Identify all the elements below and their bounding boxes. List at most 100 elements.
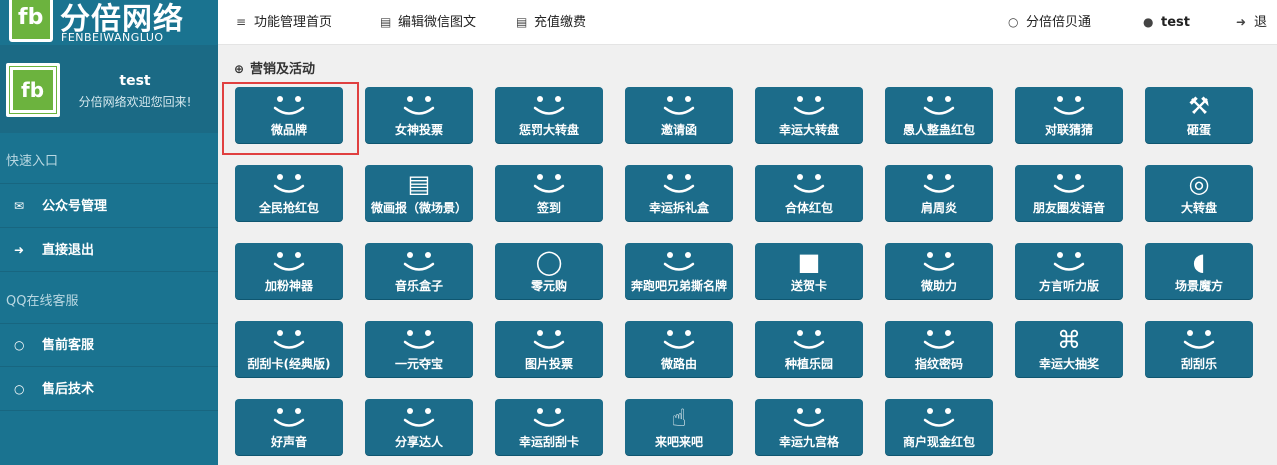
tile-8[interactable]: ⚒ 砸蛋: [1145, 87, 1253, 143]
tile-31[interactable]: ⌘ 幸运大抽奖: [1015, 321, 1123, 377]
tile-label: 来吧来吧: [654, 435, 703, 449]
top-bar: ≡ 功能管理首页 ▤ 编辑微信图文 ▤ 充值缴费 ○ 分倍倍贝通 ● test ➜ 退: [218, 0, 1277, 45]
tile-label: 对联猜猜: [1044, 123, 1093, 137]
tile-label: 朋友圈发语音: [1032, 201, 1105, 215]
main-content: ⊕ 营销及活动 微品牌 女神投票 惩罚大转盘 邀请函 幸运大转盘 愚人整蛊红包 对联猜猜 ⚒ 砸蛋…: [218, 46, 1277, 465]
tile-4[interactable]: 邀请函: [625, 87, 733, 143]
nav-home[interactable]: ≡ 功能管理首页: [236, 0, 332, 45]
tile-label: 图片投票: [524, 357, 573, 371]
tile-28[interactable]: 微路由: [625, 321, 733, 377]
chat-icon: ○: [14, 382, 25, 396]
tile-25[interactable]: 刮刮卡(经典版): [235, 321, 343, 377]
logo[interactable]: fb 分倍网络 FENBEIWANGLUO: [0, 0, 218, 45]
card-icon: ■: [797, 248, 821, 276]
nav-recharge[interactable]: ▤ 充值缴费: [516, 0, 586, 45]
tile-7[interactable]: 对联猜猜: [1015, 87, 1123, 143]
tile-10[interactable]: ▤ 微画报（微场景）: [365, 165, 473, 221]
sign-out-icon: ➜: [14, 243, 25, 257]
tile-27[interactable]: 图片投票: [495, 321, 603, 377]
tile-16[interactable]: ◎ 大转盘: [1145, 165, 1253, 221]
nav-edit-wechat[interactable]: ▤ 编辑微信图文: [380, 0, 476, 45]
circle-arrow-icon: ⊕: [234, 62, 245, 76]
tile-15[interactable]: 朋友圈发语音: [1015, 165, 1123, 221]
tile-label: 幸运刮刮卡: [518, 435, 579, 449]
sign-out-icon: ➜: [1236, 15, 1247, 29]
leaf-icon: ◖: [1192, 248, 1206, 276]
tile-19[interactable]: ◯ 零元购: [495, 243, 603, 299]
sidebar-item-support[interactable]: ○ 售后技术: [0, 367, 218, 411]
tile-label: 微助力: [920, 279, 957, 293]
tile-label: 音乐盒子: [394, 279, 443, 293]
thumbs-up-icon: ☝: [671, 404, 687, 432]
tile-35[interactable]: 幸运刮刮卡: [495, 399, 603, 455]
section-title: ⊕ 营销及活动: [234, 62, 316, 77]
tile-label: 全民抢红包: [258, 201, 319, 215]
list-indent-icon: ≡: [236, 15, 247, 29]
tile-13[interactable]: 合体红包: [755, 165, 863, 221]
life-ring-icon: ◎: [1188, 170, 1210, 198]
sidebar-item-account[interactable]: ✉ 公众号管理: [0, 184, 218, 228]
tile-3[interactable]: 惩罚大转盘: [495, 87, 603, 143]
tile-36[interactable]: ☝ 来吧来吧: [625, 399, 733, 455]
tile-14[interactable]: 肩周炎: [885, 165, 993, 221]
tile-label: 指纹密码: [914, 357, 963, 371]
tile-label: 场景魔方: [1174, 279, 1223, 293]
tile-label: 好声音: [270, 435, 307, 449]
document-icon: ▤: [516, 15, 528, 29]
sidebar-section-quick: 快速入口: [0, 140, 218, 184]
tile-label: 幸运大转盘: [778, 123, 839, 137]
tile-label: 女神投票: [394, 123, 443, 137]
user-profile: fb test 分倍网络欢迎您回来!: [0, 45, 218, 133]
tile-21[interactable]: ■ 送贺卡: [755, 243, 863, 299]
tile-label: 奔跑吧兄弟撕名牌: [630, 279, 727, 293]
tile-34[interactable]: 分享达人: [365, 399, 473, 455]
tile-label: 送贺卡: [790, 279, 827, 293]
tile-9[interactable]: 全民抢红包: [235, 165, 343, 221]
sidebar-item-presales[interactable]: ○ 售前客服: [0, 323, 218, 367]
tile-38[interactable]: 商户现金红包: [885, 399, 993, 455]
tile-label: 幸运九宫格: [778, 435, 839, 449]
nav-user[interactable]: ● test: [1143, 0, 1190, 45]
sidebar-item-logout[interactable]: ➜ 直接退出: [0, 228, 218, 272]
tile-17[interactable]: 加粉神器: [235, 243, 343, 299]
tile-37[interactable]: 幸运九宫格: [755, 399, 863, 455]
tile-23[interactable]: 方言听力版: [1015, 243, 1123, 299]
tile-5[interactable]: 幸运大转盘: [755, 87, 863, 143]
nav-chat[interactable]: ○ 分倍倍贝通: [1008, 0, 1091, 45]
tile-label: 惩罚大转盘: [518, 123, 579, 137]
tile-label: 微画报（微场景）: [370, 201, 467, 215]
tile-29[interactable]: 种植乐园: [755, 321, 863, 377]
logo-subtext: FENBEIWANGLUO: [61, 31, 164, 44]
newspaper-icon: ▤: [407, 170, 431, 198]
highlight-box: [222, 82, 359, 155]
tile-24[interactable]: ◖ 场景魔方: [1145, 243, 1253, 299]
tile-label: 一元夺宝: [394, 357, 443, 371]
tile-label: 种植乐园: [784, 357, 833, 371]
nav-logout[interactable]: ➜ 退: [1236, 0, 1267, 45]
tile-label: 零元购: [530, 279, 567, 293]
chat-icon: ○: [14, 338, 25, 352]
tile-11[interactable]: 签到: [495, 165, 603, 221]
tile-2[interactable]: 女神投票: [365, 87, 473, 143]
tile-32[interactable]: 刮刮乐: [1145, 321, 1253, 377]
tile-label: 刮刮乐: [1180, 357, 1217, 371]
tile-26[interactable]: 一元夺宝: [365, 321, 473, 377]
tile-12[interactable]: 幸运拆礼盒: [625, 165, 733, 221]
tile-label: 邀请函: [660, 123, 697, 137]
tile-label: 幸运拆礼盒: [648, 201, 709, 215]
tile-30[interactable]: 指纹密码: [885, 321, 993, 377]
sidebar-section-qq: QQ在线客服: [0, 280, 218, 324]
tile-18[interactable]: 音乐盒子: [365, 243, 473, 299]
tile-label: 分享达人: [394, 435, 443, 449]
tile-label: 商户现金红包: [902, 435, 975, 449]
tile-20[interactable]: 奔跑吧兄弟撕名牌: [625, 243, 733, 299]
sidebar: fb 分倍网络 FENBEIWANGLUO fb test 分倍网络欢迎您回来!…: [0, 0, 218, 465]
tile-label: 微路由: [660, 357, 697, 371]
tile-6[interactable]: 愚人整蛊红包: [885, 87, 993, 143]
logo-icon: fb: [9, 0, 53, 42]
tile-33[interactable]: 好声音: [235, 399, 343, 455]
user-icon: ●: [1143, 15, 1154, 29]
tile-label: 砸蛋: [1186, 123, 1211, 137]
tile-22[interactable]: 微助力: [885, 243, 993, 299]
tile-label: 加粉神器: [264, 279, 313, 293]
